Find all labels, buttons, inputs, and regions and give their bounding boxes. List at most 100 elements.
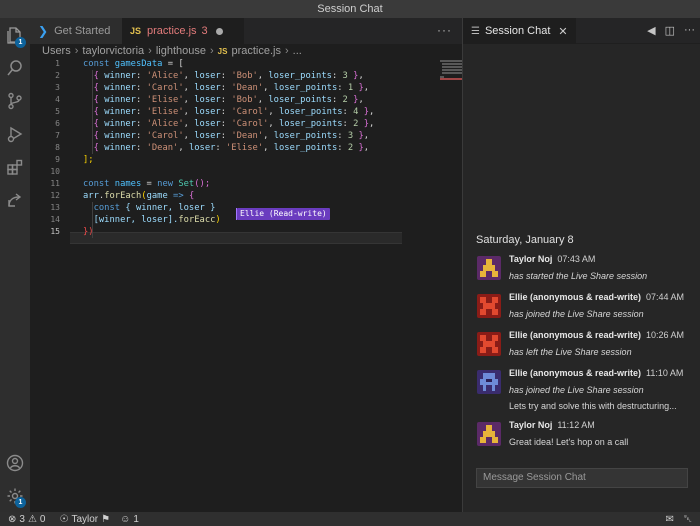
speaker-icon[interactable]: ◀ bbox=[647, 24, 655, 37]
line-number: 3 bbox=[55, 83, 60, 92]
collaborator-presence-flag: Ellie (Read-write) bbox=[237, 208, 330, 220]
user-avatar-icon bbox=[477, 332, 501, 356]
chat-message-input[interactable]: Message Session Chat bbox=[476, 468, 688, 488]
chat-message-body: Taylor Noj 07:43 AM has started the Live S… bbox=[509, 254, 699, 282]
settings-badge: 1 bbox=[15, 497, 26, 508]
tab-label: Get Started bbox=[54, 25, 111, 37]
code-line-3: { winner: 'Carol', loser: 'Dean', loser_… bbox=[93, 83, 370, 93]
pin-icon: ⚑ bbox=[101, 513, 111, 525]
chat-message-text: has started the Live Share session bbox=[509, 271, 648, 281]
line-number: 1 bbox=[55, 59, 60, 68]
warning-count: 0 bbox=[39, 513, 46, 525]
chevron-right-icon: › bbox=[148, 45, 152, 57]
chat-message-body: Taylor Noj 11:12 AM Great idea! Let's hop … bbox=[509, 420, 699, 448]
chat-timestamp: 07:44 AM bbox=[646, 292, 685, 302]
user-avatar-icon bbox=[477, 422, 501, 446]
participants-indicator[interactable]: ☺ 1 bbox=[120, 514, 139, 525]
feedback-icon[interactable]: ✉ bbox=[666, 514, 674, 525]
split-editor-icon[interactable]: ◫ bbox=[665, 24, 675, 37]
more-actions-icon[interactable]: ··· bbox=[437, 23, 452, 37]
code-line-7: { winner: 'Carol', loser: 'Dean', loser_… bbox=[93, 131, 370, 141]
code-line-13: const { winner, loser } bbox=[93, 203, 216, 213]
chevron-right-icon: › bbox=[209, 45, 214, 57]
notifications-bell-icon[interactable]: ␇ bbox=[684, 514, 692, 525]
javascript-file-icon: JS bbox=[130, 26, 142, 36]
problems-indicator[interactable]: ⊗ 3 ⚠ 0 bbox=[8, 514, 45, 525]
live-share-icon[interactable] bbox=[6, 191, 24, 209]
breadcrumb-item[interactable]: taylorvictoria bbox=[82, 45, 144, 57]
chat-message-body: Ellie (anonymous & read-write) 10:26 AM ha… bbox=[509, 330, 699, 358]
tab-session-chat[interactable]: ☰ Session Chat ✕ bbox=[463, 18, 576, 44]
line-number: 4 bbox=[55, 95, 60, 104]
chat-timestamp: 07:43 AM bbox=[557, 254, 596, 264]
chat-message-text: has left the Live Share session bbox=[509, 347, 632, 357]
code-line-1: const gamesData = [ bbox=[83, 59, 184, 69]
close-icon[interactable]: ✕ bbox=[558, 25, 567, 38]
breadcrumb-item[interactable]: Users bbox=[42, 45, 71, 57]
live-share-user[interactable]: ☉ Taylor ⚑ bbox=[59, 514, 110, 525]
code-line-11: const names = new Set(); bbox=[83, 179, 211, 189]
search-icon[interactable] bbox=[6, 59, 24, 77]
line-number: 12 bbox=[50, 191, 60, 200]
unsaved-dot-icon[interactable] bbox=[215, 27, 223, 35]
run-debug-icon[interactable] bbox=[6, 125, 24, 143]
chat-author: Taylor Noj bbox=[509, 254, 553, 264]
line-number: 15 bbox=[50, 227, 60, 236]
chat-timestamp: 11:10 AM bbox=[646, 368, 684, 378]
chat-author: Ellie (anonymous & read-write) bbox=[509, 368, 642, 378]
chat-actions: ◀ ◫ ··· bbox=[647, 24, 695, 37]
live-share-username: Taylor bbox=[71, 513, 99, 525]
code-line-6: { winner: 'Alice', loser: 'Carol', loser… bbox=[93, 119, 375, 129]
extensions-icon[interactable] bbox=[6, 158, 24, 176]
code-editor[interactable]: 1 2 3 4 5 6 7 8 9 10 11 12 13 14 15 cons… bbox=[30, 58, 462, 512]
chat-message-text: Lets try and solve this with destructuri… bbox=[509, 401, 677, 411]
chevron-right-icon: › bbox=[74, 45, 79, 57]
chat-timestamp: 11:12 AM bbox=[557, 420, 595, 430]
breadcrumb-item[interactable]: ... bbox=[293, 45, 302, 57]
chat-message-header: Ellie (anonymous & read-write) 11:10 AM bbox=[509, 368, 699, 378]
breadcrumb-item[interactable]: lighthouse bbox=[156, 45, 206, 57]
chat-message-header: Taylor Noj 11:12 AM bbox=[509, 420, 699, 430]
current-line-highlight bbox=[70, 232, 402, 244]
chat-author: Ellie (anonymous & read-write) bbox=[509, 292, 642, 302]
code-line-8: { winner: 'Dean', loser: 'Elise', loser_… bbox=[93, 143, 370, 153]
javascript-file-icon: JS bbox=[217, 46, 228, 56]
chat-message-header: Ellie (anonymous & read-write) 07:44 AM bbox=[509, 292, 699, 302]
chat-message-text: has joined the Live Share session bbox=[509, 385, 644, 395]
account-icon[interactable] bbox=[6, 454, 24, 472]
chat-author: Ellie (anonymous & read-write) bbox=[509, 330, 642, 340]
more-actions-icon[interactable]: ··· bbox=[684, 24, 695, 37]
tab-get-started[interactable]: ❯ Get Started bbox=[30, 18, 122, 44]
code-line-4: { winner: 'Elise', loser: 'Bob', loser_p… bbox=[93, 95, 364, 105]
code-line-15: }) bbox=[83, 227, 94, 237]
user-avatar-icon bbox=[477, 370, 501, 394]
chat-timestamp: 10:26 AM bbox=[646, 330, 685, 340]
code-line-12: arr.forEach(game => { bbox=[83, 191, 195, 201]
line-number: 13 bbox=[50, 203, 60, 212]
status-bar-right: ✉ ␇ bbox=[666, 512, 692, 526]
line-number: 10 bbox=[50, 167, 60, 176]
tab-practice-js[interactable]: JS practice.js 3 bbox=[122, 18, 244, 44]
chat-author: Taylor Noj bbox=[509, 420, 553, 430]
chat-tab-label: Session Chat bbox=[484, 25, 551, 37]
settings-gear-icon[interactable]: 1 bbox=[6, 487, 26, 508]
window-title: Session Chat bbox=[317, 3, 383, 15]
line-number: 6 bbox=[55, 119, 60, 128]
line-number: 5 bbox=[55, 107, 60, 116]
breadcrumb-item[interactable]: practice.js bbox=[231, 45, 281, 57]
vscode-logo-icon: ❯ bbox=[38, 24, 49, 38]
chat-message-body: Ellie (anonymous & read-write) 07:44 AM ha… bbox=[509, 292, 699, 320]
participants-count: 1 bbox=[133, 513, 139, 525]
chat-message-header: Taylor Noj 07:43 AM bbox=[509, 254, 699, 264]
chat-panel-header: ☰ Session Chat ✕ ◀ ◫ ··· bbox=[463, 18, 700, 44]
minimap[interactable] bbox=[432, 58, 462, 512]
source-control-icon[interactable] bbox=[6, 92, 24, 110]
code-line-9: ]; bbox=[83, 155, 94, 165]
code-line-14: [winner, loser].forEacc) bbox=[93, 215, 221, 225]
chat-message-body: Ellie (anonymous & read-write) 11:10 AM ha… bbox=[509, 368, 699, 412]
explorer-icon[interactable]: 1 bbox=[6, 26, 26, 48]
line-number: 14 bbox=[50, 215, 60, 224]
collaborator-cursor bbox=[236, 208, 237, 220]
error-count: 3 bbox=[19, 513, 25, 525]
code-line-5: { winner: 'Elise', loser: 'Carol', loser… bbox=[93, 107, 375, 117]
